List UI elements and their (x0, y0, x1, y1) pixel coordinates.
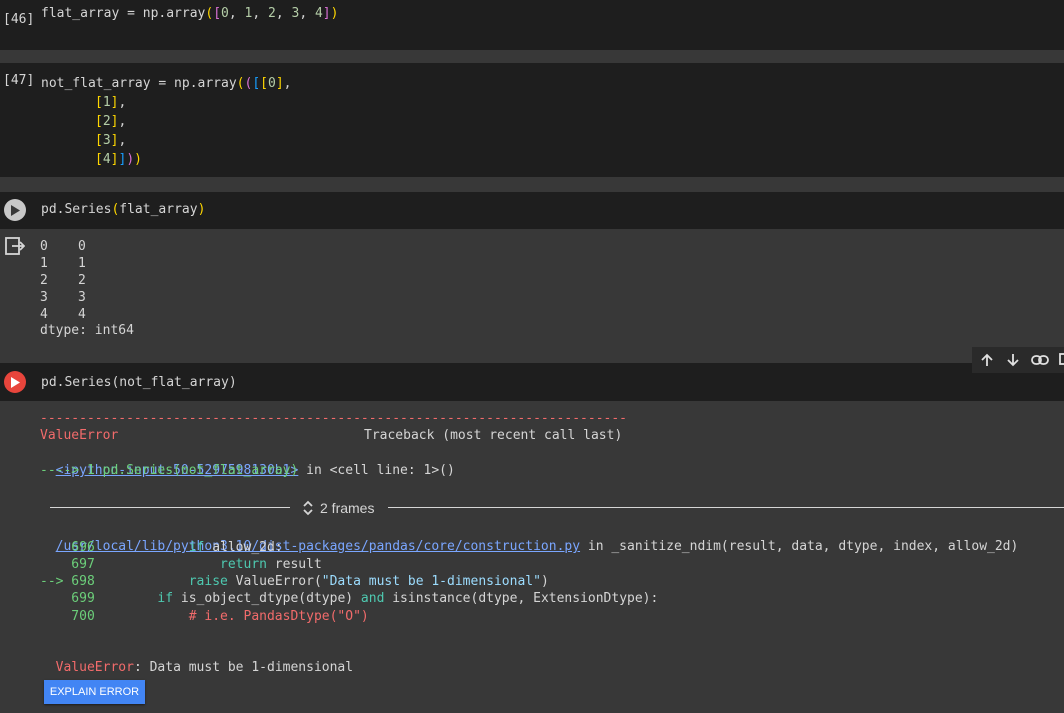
series-value: 1 (78, 256, 86, 271)
frames-divider-left (50, 507, 290, 508)
arrow-up-icon[interactable] (976, 349, 998, 371)
source-line: 697 return result (40, 557, 322, 572)
link-icon[interactable] (1029, 349, 1051, 371)
explain-error-button[interactable]: EXPLAIN ERROR (44, 680, 145, 704)
run-cell-button[interactable] (4, 199, 26, 221)
code-line: [3], (95, 133, 127, 148)
traceback-header: Traceback (most recent call last) (364, 428, 623, 443)
code-line: [1], (95, 95, 127, 110)
code-line: flat_array = np.array([0, 1, 2, 3, 4]) (41, 6, 339, 21)
play-icon (11, 376, 20, 388)
final-error-message: : Data must be 1-dimensional (133, 660, 354, 675)
series-value: 2 (78, 273, 86, 288)
execution-count-46: [46] (3, 12, 35, 27)
series-value: 3 (78, 290, 86, 305)
series-index: 2 (40, 273, 48, 288)
play-icon (11, 204, 20, 216)
run-cell-button[interactable] (4, 371, 26, 393)
code-line: not_flat_array = np.array(([[0], (41, 76, 292, 91)
execution-count-47: [47] (3, 73, 35, 88)
series-value: 4 (78, 307, 86, 322)
source-line: 699 if is_object_dtype(dtype) and isinst… (40, 591, 659, 606)
error-name: ValueError (40, 428, 119, 443)
frames-toggle[interactable]: 2 frames (302, 498, 374, 518)
series-index: 4 (40, 307, 48, 322)
arrow-line: ----> 1 pd.Series(not_flat_array) (40, 463, 299, 478)
traceback-input-row: <ipython-input-50-5297598130b1> in <cell… (40, 445, 455, 478)
comment-icon[interactable] (1054, 349, 1064, 371)
code-line: [2], (95, 114, 127, 129)
in-cell-text: in <cell line: 1>() (298, 463, 455, 478)
series-index: 1 (40, 256, 48, 271)
code-line: pd.Series(not_flat_array) (41, 375, 237, 390)
series-index: 3 (40, 290, 48, 305)
series-value: 0 (78, 239, 86, 254)
source-line: --> 698 raise ValueError("Data must be 1… (40, 574, 549, 589)
source-line: 696 if allow_2d: (40, 540, 283, 555)
series-index: 0 (40, 239, 48, 254)
cell-toolbar (972, 347, 1064, 373)
frames-label: 2 frames (320, 500, 375, 516)
final-error: ValueError: Data must be 1-dimensional (40, 642, 353, 675)
code-line: pd.Series(flat_array) (41, 202, 206, 217)
file-in-text: in _sanitize_ndim(result, data, dtype, i… (580, 539, 1019, 554)
output-icon[interactable] (4, 235, 26, 257)
arrow-down-icon[interactable] (1002, 349, 1024, 371)
file-row: /usr/local/lib/python3.10/dist-packages/… (40, 521, 1019, 554)
code-line: [4]])) (95, 152, 142, 167)
frames-divider-right (388, 507, 1064, 508)
final-error-name: ValueError (55, 660, 134, 675)
code-cell-49-ext (972, 373, 1064, 401)
output-dtype: dtype: int64 (40, 323, 134, 338)
traceback-divider: ----------------------------------------… (40, 411, 627, 426)
source-line: 700 # i.e. PandasDtype("O") (40, 609, 369, 624)
chevron-updown-icon (303, 500, 313, 516)
